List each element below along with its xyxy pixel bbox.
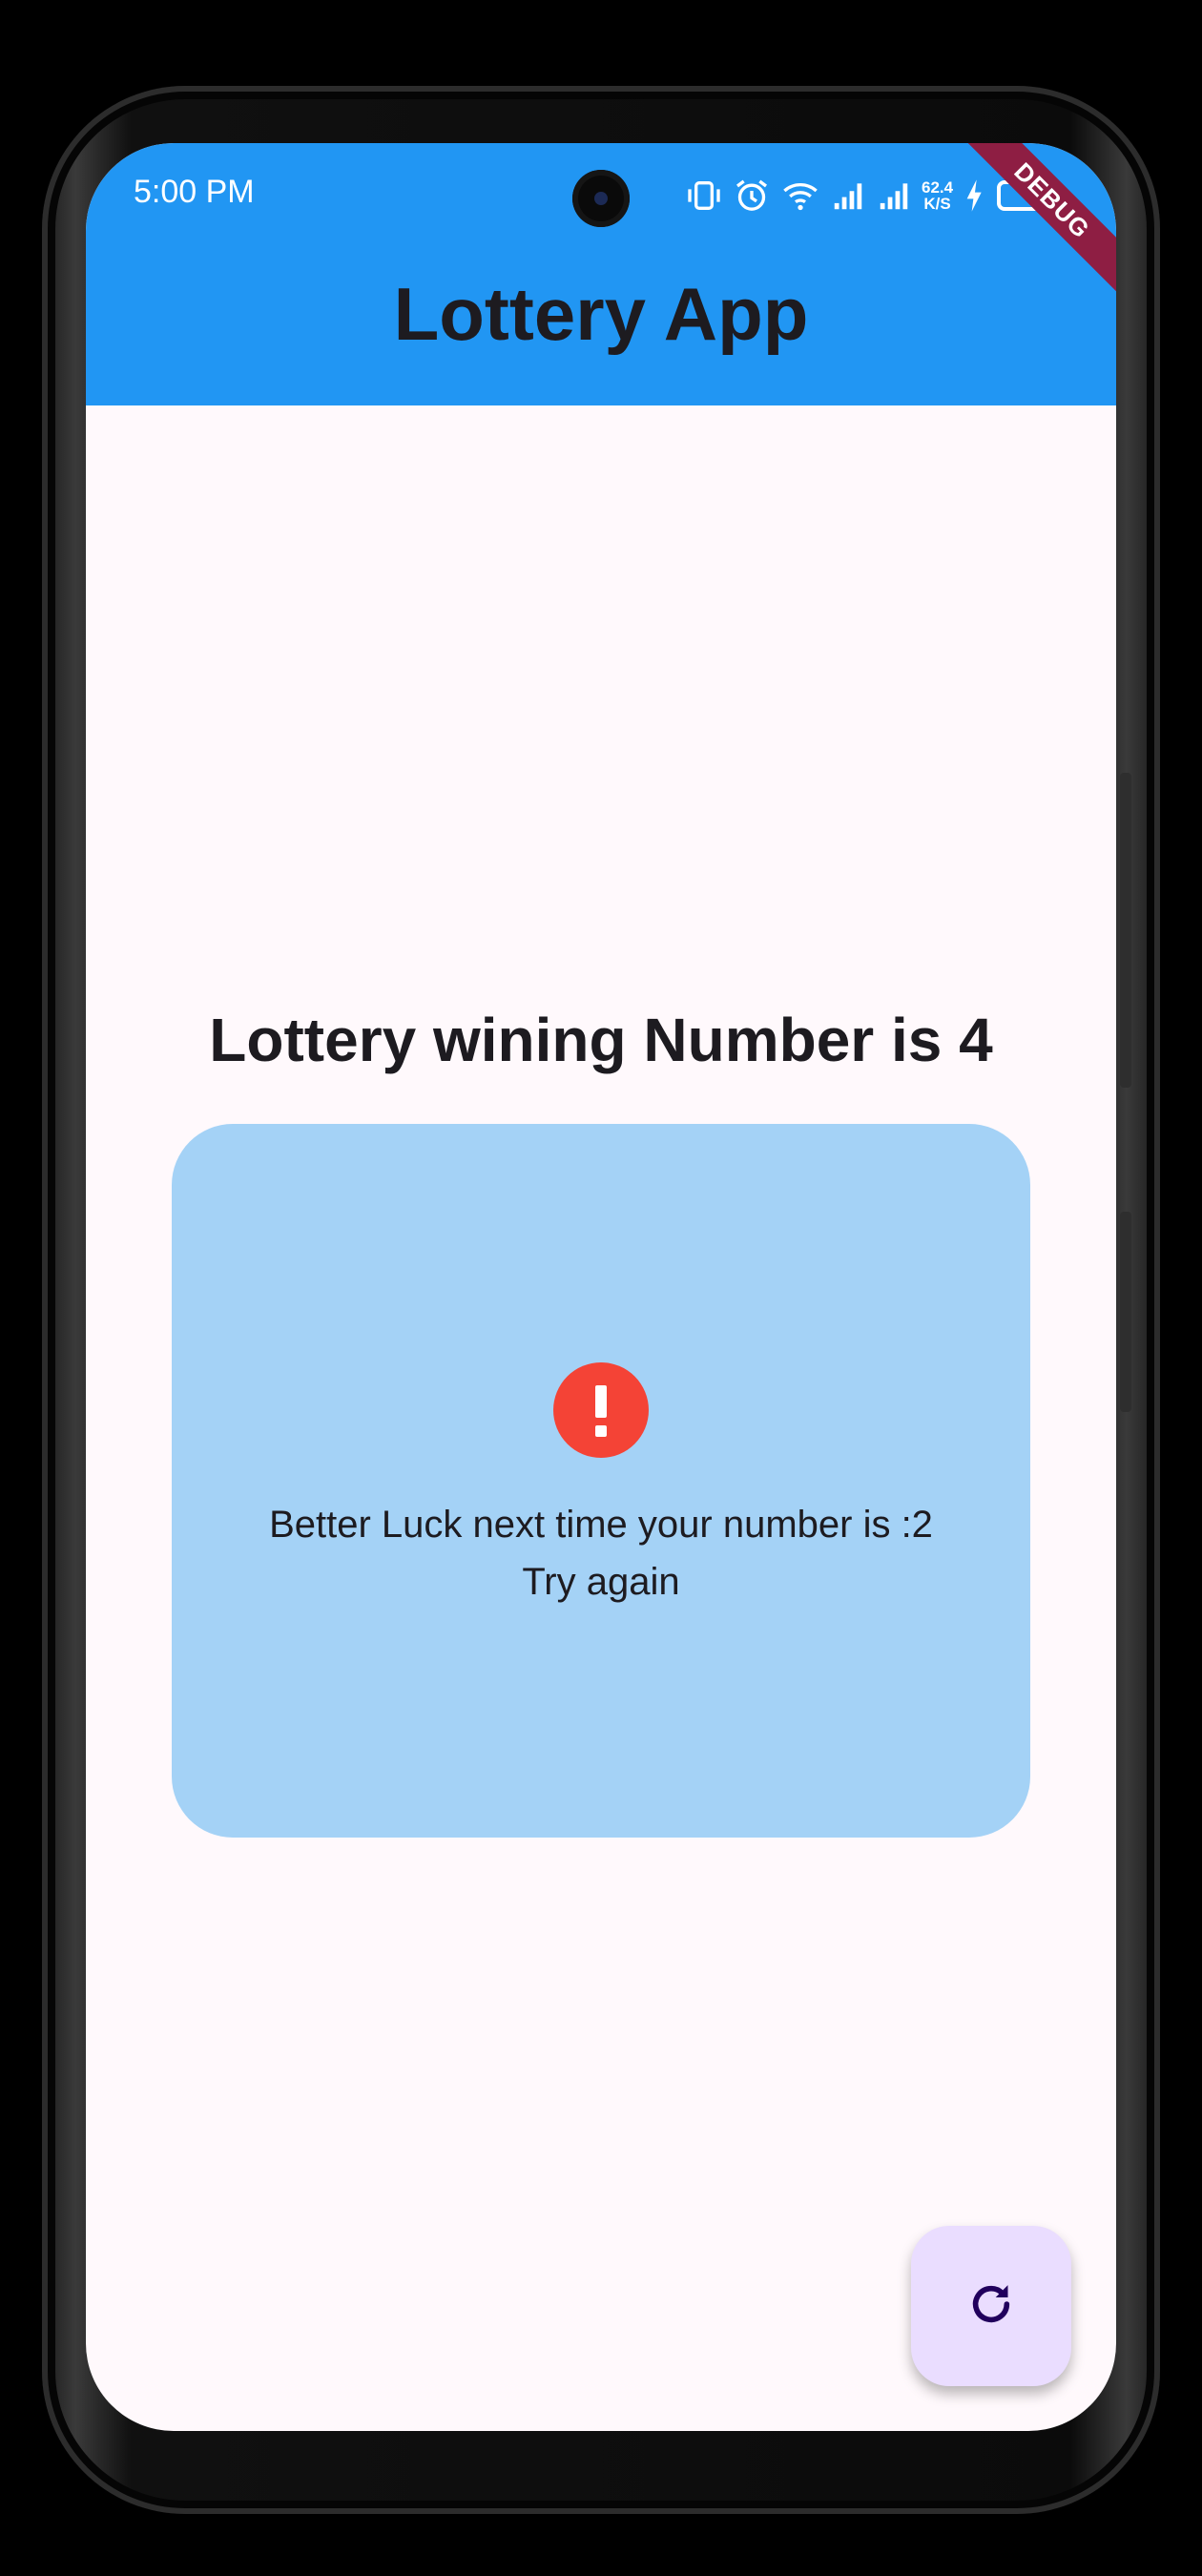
app-screen: 5:00 PM 62.4 K/S Lottery App DEBUG Lotte… bbox=[86, 143, 1116, 2431]
app-bar: 5:00 PM 62.4 K/S Lottery App DEBUG bbox=[86, 143, 1116, 405]
wifi-icon bbox=[780, 177, 820, 215]
winning-number-heading: Lottery wining Number is 4 bbox=[209, 1006, 993, 1074]
vibrate-icon bbox=[685, 177, 723, 215]
volume-button bbox=[1120, 773, 1131, 1088]
network-speed-unit: K/S bbox=[923, 195, 951, 213]
result-message-line1: Better Luck next time your number is :2 bbox=[269, 1504, 933, 1546]
result-message: Better Luck next time your number is :2 … bbox=[172, 1496, 1030, 1610]
refresh-icon bbox=[964, 2277, 1018, 2336]
charging-icon bbox=[963, 177, 987, 215]
error-icon bbox=[553, 1362, 649, 1458]
signal-icon bbox=[830, 177, 866, 215]
app-title: Lottery App bbox=[393, 272, 809, 356]
alarm-icon bbox=[733, 177, 771, 215]
refresh-button[interactable] bbox=[911, 2226, 1071, 2386]
result-message-line2: Try again bbox=[522, 1561, 680, 1603]
front-camera bbox=[572, 170, 630, 227]
network-speed: 62.4 K/S bbox=[922, 179, 953, 212]
power-button bbox=[1120, 1212, 1131, 1412]
signal-icon bbox=[876, 177, 912, 215]
network-speed-value: 62.4 bbox=[922, 178, 954, 197]
result-card: Better Luck next time your number is :2 … bbox=[172, 1124, 1030, 1838]
status-time: 5:00 PM bbox=[134, 174, 255, 210]
debug-banner: DEBUG bbox=[954, 143, 1116, 299]
status-icons: 62.4 K/S bbox=[685, 172, 1058, 219]
